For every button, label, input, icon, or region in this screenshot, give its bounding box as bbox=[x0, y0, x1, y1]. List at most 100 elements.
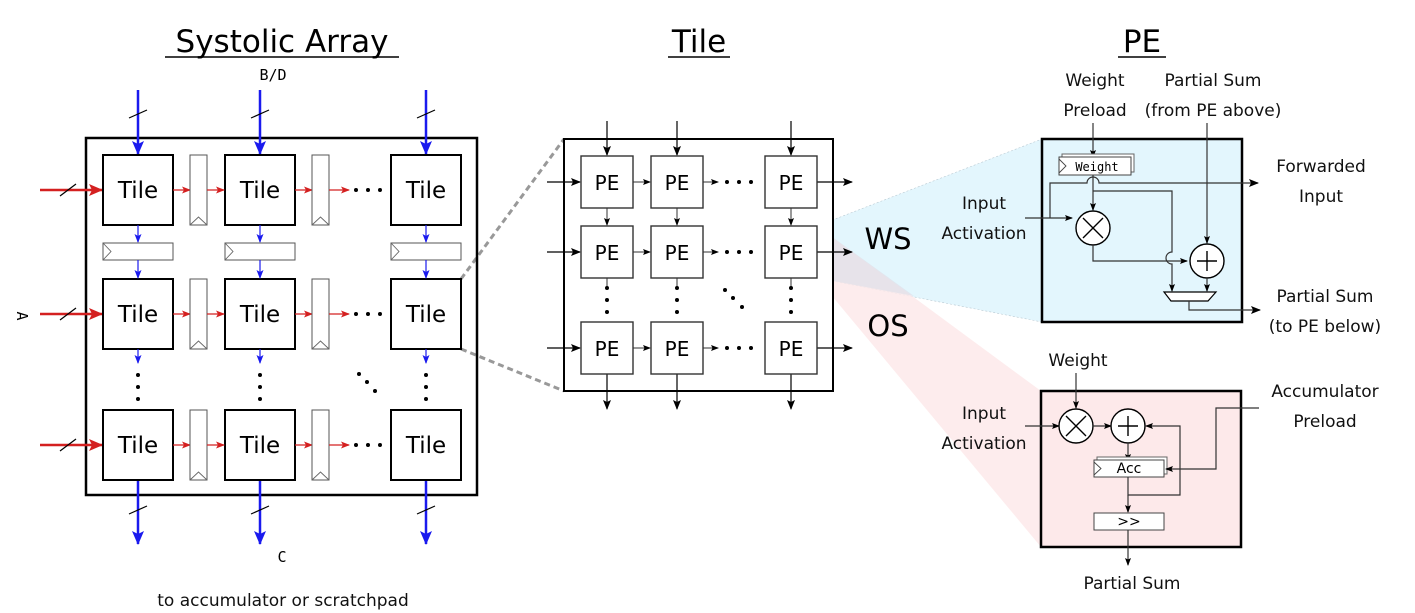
systolic-array-title: Systolic Array bbox=[165, 24, 399, 60]
c-output-label: C bbox=[277, 548, 286, 566]
tile-block: Tile bbox=[102, 278, 174, 350]
os-partial-sum-label: Partial Sum bbox=[1084, 574, 1181, 594]
ws-partial-sum-out-label-2: (to PE below) bbox=[1269, 317, 1381, 337]
pe-block: PE bbox=[764, 155, 818, 209]
tile-title: Tile bbox=[668, 24, 730, 60]
vertical-ellipsis-dot bbox=[675, 310, 679, 314]
tile-label: Tile bbox=[405, 433, 446, 459]
ellipsis-dot bbox=[737, 250, 741, 254]
ellipsis-dot bbox=[366, 443, 370, 447]
pe-block: PE bbox=[764, 321, 818, 375]
shift-label: >> bbox=[1117, 514, 1140, 530]
pe-label: PE bbox=[595, 337, 620, 361]
systolic-array-diagram: Systolic Array Tile PE B/D A C to accumu… bbox=[13, 24, 1381, 611]
diagonal-ellipsis-dot bbox=[365, 380, 369, 384]
ws-forwarded-input-label-1: Forwarded bbox=[1276, 157, 1366, 177]
tile-label: Tile bbox=[117, 433, 158, 459]
ellipsis-dot bbox=[737, 346, 741, 350]
pipeline-register bbox=[189, 409, 208, 481]
ws-partial-sum-in-label-2: (from PE above) bbox=[1145, 101, 1282, 121]
tile-block: Tile bbox=[390, 154, 462, 226]
pipeline-register bbox=[102, 242, 174, 261]
pe-block: PE bbox=[650, 155, 704, 209]
vertical-ellipsis-dot bbox=[136, 373, 140, 377]
pipeline-register bbox=[189, 154, 208, 226]
pe-label: PE bbox=[595, 171, 620, 195]
diagonal-ellipsis-dot bbox=[357, 372, 361, 376]
pipeline-register bbox=[224, 242, 296, 261]
pe-block: PE bbox=[580, 321, 634, 375]
pe-block: PE bbox=[764, 225, 818, 279]
ws-input-activation-label-1: Input bbox=[962, 194, 1006, 214]
tile-block: Tile bbox=[390, 409, 462, 481]
pipeline-register bbox=[189, 278, 208, 350]
ws-weight-preload-label-1: Weight bbox=[1065, 71, 1125, 91]
tile-label: Tile bbox=[239, 302, 280, 328]
ellipsis-dot bbox=[749, 346, 753, 350]
os-accumulator-preload-label-1: Accumulator bbox=[1271, 382, 1378, 402]
vertical-ellipsis-dot bbox=[424, 385, 428, 389]
pe-label: PE bbox=[665, 337, 690, 361]
diagonal-ellipsis-dot bbox=[373, 389, 377, 393]
ellipsis-dot bbox=[749, 250, 753, 254]
ellipsis-dot bbox=[749, 180, 753, 184]
pe-label: PE bbox=[665, 171, 690, 195]
os-label: OS bbox=[867, 309, 908, 343]
ellipsis-dot bbox=[354, 188, 358, 192]
ellipsis-dot bbox=[725, 346, 729, 350]
weight-register-label: Weight bbox=[1075, 160, 1118, 174]
tile-block: Tile bbox=[224, 154, 296, 226]
pe-label: PE bbox=[779, 171, 804, 195]
os-accumulator-preload-label-2: Preload bbox=[1293, 412, 1356, 432]
diagonal-ellipsis-dot bbox=[731, 296, 735, 300]
vertical-ellipsis-dot bbox=[605, 310, 609, 314]
tile-block: Tile bbox=[102, 409, 174, 481]
vertical-ellipsis-dot bbox=[258, 385, 262, 389]
acc-register-label: Acc bbox=[1117, 461, 1142, 477]
pe-block: PE bbox=[650, 225, 704, 279]
vertical-ellipsis-dot bbox=[789, 286, 793, 290]
tile-label: Tile bbox=[239, 178, 280, 204]
vertical-ellipsis-dot bbox=[136, 385, 140, 389]
vertical-ellipsis-dot bbox=[789, 310, 793, 314]
vertical-ellipsis-dot bbox=[424, 397, 428, 401]
ws-label: WS bbox=[864, 222, 911, 256]
pipeline-register bbox=[311, 278, 330, 350]
ws-partial-sum-out-label-1: Partial Sum bbox=[1277, 287, 1374, 307]
a-input-label: A bbox=[13, 311, 31, 320]
ws-partial-sum-in-label-1: Partial Sum bbox=[1165, 71, 1262, 91]
vertical-ellipsis-dot bbox=[258, 373, 262, 377]
pe-label: PE bbox=[595, 241, 620, 265]
tile-label: Tile bbox=[405, 178, 446, 204]
vertical-ellipsis-dot bbox=[675, 286, 679, 290]
pe-block: PE bbox=[580, 155, 634, 209]
pipeline-register bbox=[390, 242, 462, 261]
ellipsis-dot bbox=[725, 250, 729, 254]
tile-block: Tile bbox=[224, 278, 296, 350]
pe-block: PE bbox=[580, 225, 634, 279]
tile-block: Tile bbox=[102, 154, 174, 226]
vertical-ellipsis-dot bbox=[424, 373, 428, 377]
diagonal-ellipsis-dot bbox=[723, 288, 727, 292]
pipeline-register bbox=[311, 154, 330, 226]
ellipsis-dot bbox=[378, 443, 382, 447]
mux-icon bbox=[1162, 291, 1218, 302]
pe-block: PE bbox=[650, 321, 704, 375]
tile-label: Tile bbox=[405, 302, 446, 328]
systolic-array-title-text: Systolic Array bbox=[176, 24, 389, 60]
os-input-activation-label-1: Input bbox=[962, 404, 1006, 424]
vertical-ellipsis-dot bbox=[605, 298, 609, 302]
pe-label: PE bbox=[779, 337, 804, 361]
bd-input-label: B/D bbox=[259, 66, 286, 84]
vertical-ellipsis-dot bbox=[675, 298, 679, 302]
pe-label: PE bbox=[779, 241, 804, 265]
tile-label: Tile bbox=[117, 302, 158, 328]
tile-label: Tile bbox=[117, 178, 158, 204]
ellipsis-dot bbox=[737, 180, 741, 184]
ellipsis-dot bbox=[354, 443, 358, 447]
ws-forwarded-input-label-2: Input bbox=[1299, 187, 1343, 207]
os-weight-label: Weight bbox=[1048, 351, 1108, 371]
vertical-ellipsis-dot bbox=[136, 397, 140, 401]
vertical-ellipsis-dot bbox=[789, 298, 793, 302]
ellipsis-dot bbox=[354, 312, 358, 316]
